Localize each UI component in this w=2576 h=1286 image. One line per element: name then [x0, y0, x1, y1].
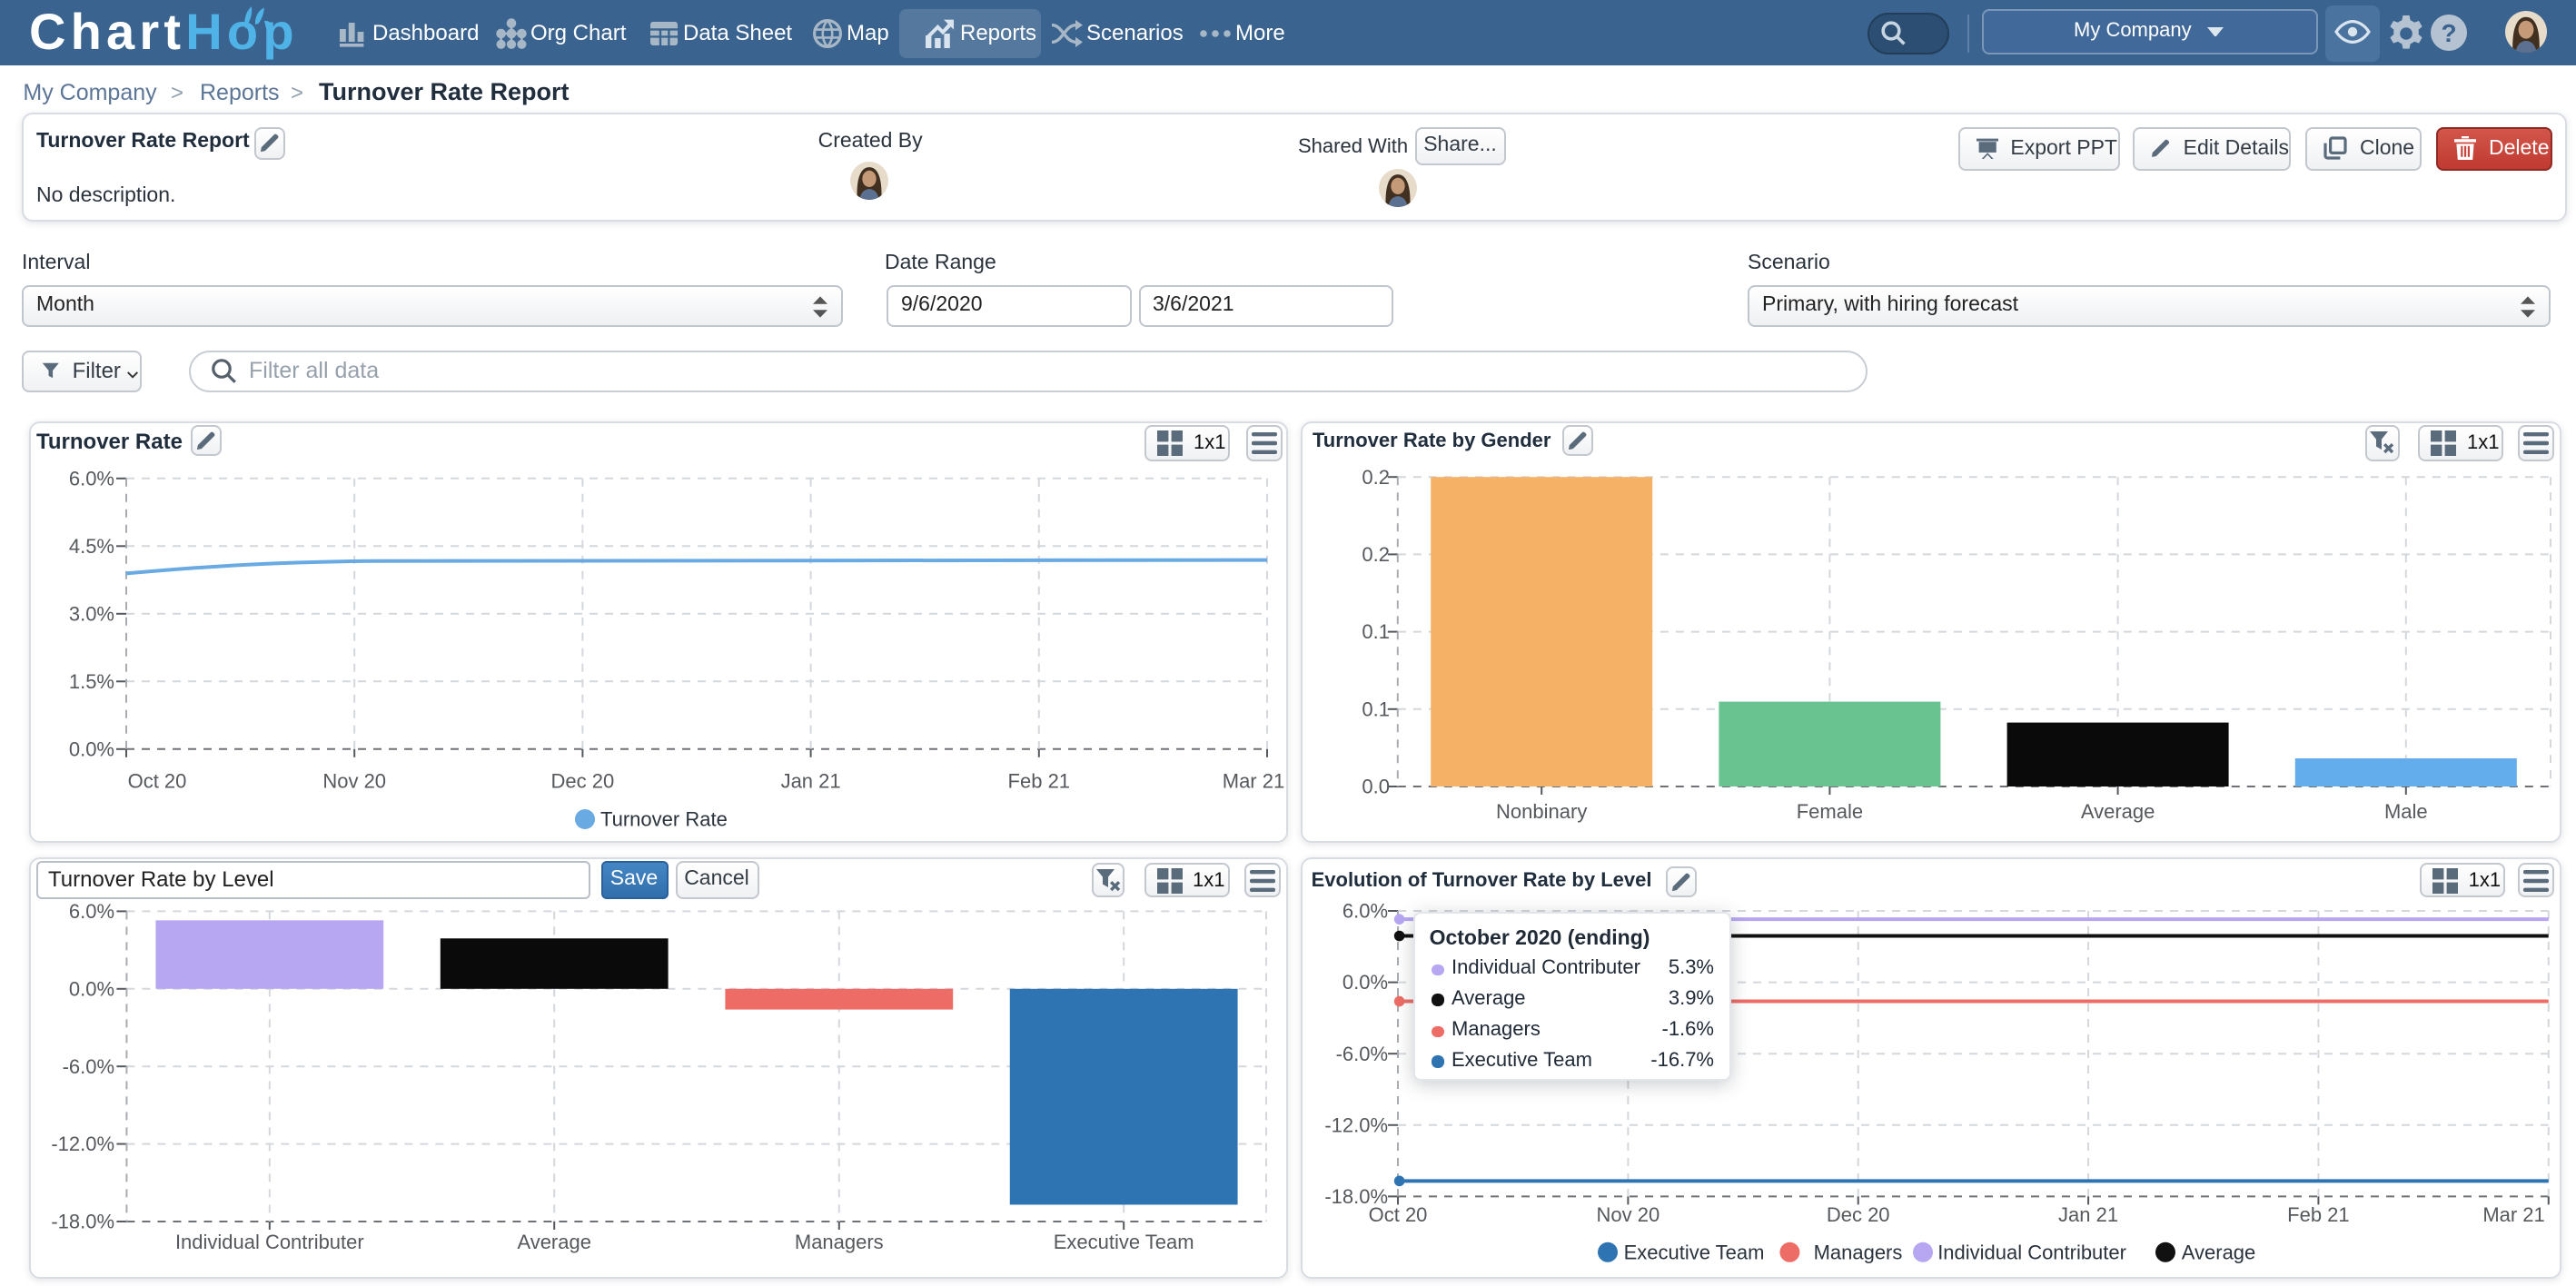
svg-text:0.0%: 0.0%: [1342, 972, 1388, 994]
svg-text:1.5%: 1.5%: [69, 669, 114, 692]
svg-text:Nov 20: Nov 20: [322, 768, 386, 791]
svg-text:0.2: 0.2: [1362, 542, 1390, 565]
svg-text:Jan 21: Jan 21: [781, 768, 841, 791]
svg-text:Managers: Managers: [1814, 1241, 1903, 1264]
svg-text:Average: Average: [2182, 1241, 2256, 1264]
svg-text:Turnover Rate: Turnover Rate: [600, 807, 728, 830]
svg-text:0.0%: 0.0%: [69, 978, 114, 1001]
svg-text:Male: Male: [2384, 799, 2428, 822]
svg-text:Managers: Managers: [795, 1231, 884, 1253]
svg-text:Feb 21: Feb 21: [1008, 768, 1071, 791]
svg-text:0.0: 0.0: [1362, 775, 1390, 797]
svg-text:4.5%: 4.5%: [69, 534, 114, 557]
svg-text:Oct 20: Oct 20: [128, 768, 187, 791]
svg-text:Average: Average: [517, 1231, 591, 1253]
svg-text:Dec 20: Dec 20: [551, 768, 615, 791]
svg-text:Nonbinary: Nonbinary: [1496, 799, 1587, 822]
svg-text:6.0%: 6.0%: [69, 466, 114, 489]
svg-text:Executive Team: Executive Team: [1624, 1241, 1765, 1264]
svg-text:-12.0%: -12.0%: [51, 1133, 114, 1156]
svg-text:Female: Female: [1797, 799, 1863, 822]
svg-text:0.2: 0.2: [1362, 465, 1390, 488]
svg-text:Dec 20: Dec 20: [1827, 1203, 1890, 1226]
svg-text:Average: Average: [2081, 799, 2155, 822]
svg-text:0.1: 0.1: [1362, 697, 1390, 719]
svg-text:Nov 20: Nov 20: [1597, 1203, 1660, 1226]
svg-text:-12.0%: -12.0%: [1324, 1114, 1388, 1137]
svg-text:Oct 20: Oct 20: [1369, 1203, 1428, 1226]
svg-text:0.1: 0.1: [1362, 619, 1390, 642]
svg-text:0.0%: 0.0%: [69, 737, 114, 759]
svg-text:-6.0%: -6.0%: [63, 1055, 114, 1078]
svg-text:-18.0%: -18.0%: [51, 1211, 114, 1233]
svg-text:Jan 21: Jan 21: [2058, 1203, 2118, 1226]
svg-text:Executive Team: Executive Team: [1054, 1231, 1194, 1253]
svg-text:Individual Contributer: Individual Contributer: [175, 1231, 364, 1253]
svg-text:Mar 21: Mar 21: [2482, 1203, 2544, 1226]
svg-text:Individual Contributer: Individual Contributer: [1937, 1241, 2126, 1264]
svg-text:Feb 21: Feb 21: [2287, 1203, 2349, 1226]
svg-text:Mar 21: Mar 21: [1223, 768, 1284, 791]
svg-text:3.0%: 3.0%: [69, 601, 114, 624]
svg-text:-6.0%: -6.0%: [1336, 1043, 1388, 1065]
svg-text:6.0%: 6.0%: [69, 901, 114, 924]
svg-text:6.0%: 6.0%: [1342, 900, 1388, 923]
